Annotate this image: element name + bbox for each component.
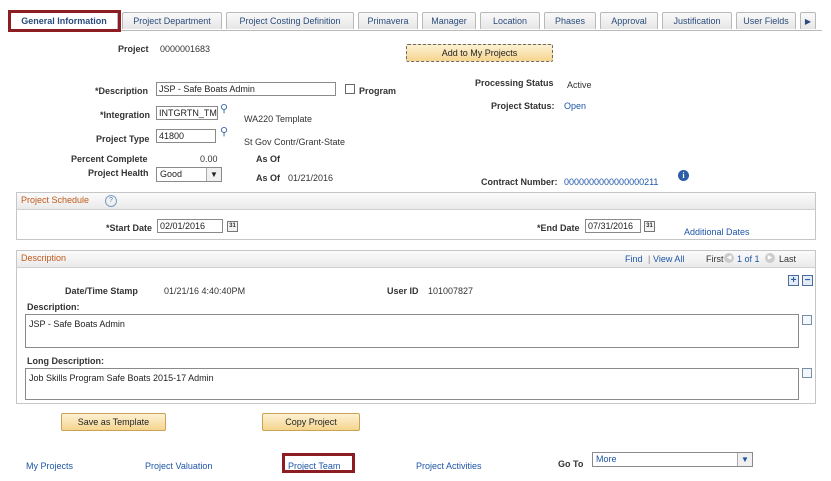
start-date-input[interactable]: 02/01/2016 — [157, 219, 223, 233]
description-header: Description Find | View All First ◀ 1 of… — [17, 251, 815, 268]
tab-next-arrow-icon[interactable]: ▶ — [800, 12, 816, 29]
tab-approval[interactable]: Approval — [600, 12, 658, 29]
integration-description: WA220 Template — [244, 114, 313, 124]
tab-phases[interactable]: Phases — [544, 12, 596, 29]
project-health-label: Project Health — [88, 168, 149, 178]
datetime-label: Date/Time Stamp — [65, 286, 138, 296]
datetime-value: 01/21/16 4:40:40PM — [164, 286, 246, 296]
description-textarea[interactable]: JSP - Safe Boats Admin — [25, 314, 799, 348]
end-date-input[interactable]: 07/31/2016 — [585, 219, 641, 233]
highlight-general-information — [8, 10, 121, 32]
go-to-label: Go To — [558, 459, 584, 469]
project-type-input[interactable]: 41800 — [156, 129, 216, 143]
description-section: Description Find | View All First ◀ 1 of… — [16, 250, 816, 404]
start-date-label: *Start Date — [106, 223, 153, 233]
tab-primavera[interactable]: Primavera — [358, 12, 418, 29]
long-description-textarea[interactable]: Job Skills Program Safe Boats 2015-17 Ad… — [25, 368, 799, 400]
project-type-label: Project Type — [96, 134, 150, 144]
chevron-down-icon: ▼ — [206, 168, 221, 181]
project-activities-link[interactable]: Project Activities — [416, 461, 482, 471]
search-icon[interactable]: ⚲ — [219, 127, 229, 138]
project-schedule-title: Project Schedule — [21, 195, 90, 205]
project-type-description: St Gov Contr/Grant-State — [244, 137, 346, 147]
find-link[interactable]: Find — [625, 254, 643, 264]
project-health-value: Good — [160, 169, 183, 179]
first-label: First — [706, 254, 724, 264]
expand-icon[interactable] — [802, 315, 812, 325]
expand-icon[interactable] — [802, 368, 812, 378]
project-valuation-link[interactable]: Project Valuation — [145, 461, 212, 471]
tab-user-fields[interactable]: User Fields — [736, 12, 796, 29]
my-projects-link[interactable]: My Projects — [26, 461, 73, 471]
as-of-date: 01/21/2016 — [288, 173, 334, 183]
end-date-label: *End Date — [537, 223, 580, 233]
tab-justification[interactable]: Justification — [662, 12, 732, 29]
description-input[interactable]: JSP - Safe Boats Admin — [156, 82, 336, 96]
add-to-my-projects-button[interactable]: Add to My Projects — [406, 44, 553, 62]
go-to-value: More — [596, 454, 617, 464]
percent-complete-value: 0.00 — [200, 154, 218, 164]
percent-complete-label: Percent Complete — [71, 154, 148, 164]
project-schedule-header: Project Schedule ? — [17, 193, 815, 210]
paging-text: 1 of 1 — [737, 254, 760, 264]
processing-status-value: Active — [567, 80, 592, 90]
chevron-down-icon: ▼ — [737, 453, 752, 466]
description-label: *Description — [95, 86, 149, 96]
calendar-icon[interactable]: 31 — [644, 221, 655, 232]
desc-label: Description: — [27, 302, 80, 312]
highlight-project-team — [282, 453, 355, 473]
integration-input[interactable]: INTGRTN_TM — [156, 106, 218, 120]
processing-status-label: Processing Status — [475, 78, 554, 88]
userid-label: User ID — [387, 286, 419, 296]
search-icon[interactable]: ⚲ — [219, 104, 229, 115]
tab-location[interactable]: Location — [480, 12, 540, 29]
tab-project-costing-definition[interactable]: Project Costing Definition — [226, 12, 354, 29]
contract-number-label: Contract Number: — [481, 177, 558, 187]
add-row-icon[interactable]: + — [788, 275, 799, 286]
help-icon[interactable]: ? — [105, 195, 117, 207]
previous-icon[interactable]: ◀ — [724, 253, 734, 263]
additional-dates-link[interactable]: Additional Dates — [684, 227, 750, 237]
integration-label: *Integration — [100, 110, 151, 120]
info-icon[interactable]: i — [678, 170, 689, 181]
project-status-link[interactable]: Open — [564, 101, 586, 111]
calendar-icon[interactable]: 31 — [227, 221, 238, 232]
project-schedule-section: Project Schedule ? *Start Date 02/01/201… — [16, 192, 816, 240]
save-as-template-button[interactable]: Save as Template — [61, 413, 166, 431]
tab-manager[interactable]: Manager — [422, 12, 476, 29]
description-title: Description — [21, 253, 67, 263]
copy-project-button[interactable]: Copy Project — [262, 413, 360, 431]
as-of-label: As Of — [256, 154, 281, 164]
project-status-label: Project Status: — [491, 101, 555, 111]
project-label: Project — [118, 44, 149, 54]
separator: | — [648, 254, 651, 264]
last-label: Last — [779, 254, 797, 264]
userid-value: 101007827 — [428, 286, 474, 296]
delete-row-icon[interactable]: − — [802, 275, 813, 286]
program-label: Program — [359, 86, 397, 96]
program-checkbox[interactable] — [345, 84, 355, 94]
view-all-link[interactable]: View All — [653, 254, 684, 264]
project-value: 0000001683 — [160, 44, 211, 54]
long-desc-label: Long Description: — [27, 356, 104, 366]
next-icon[interactable]: ▶ — [765, 253, 775, 263]
tab-bar: General Information Project Department P… — [8, 10, 822, 31]
as-of-label-2: As Of — [256, 173, 281, 183]
project-health-select[interactable]: Good ▼ — [156, 167, 222, 182]
tab-project-department[interactable]: Project Department — [122, 12, 222, 29]
go-to-select[interactable]: More ▼ — [592, 452, 753, 467]
contract-number-link[interactable]: 0000000000000000211 — [564, 177, 658, 187]
